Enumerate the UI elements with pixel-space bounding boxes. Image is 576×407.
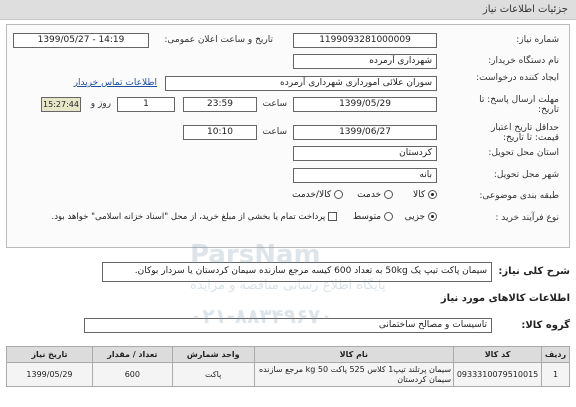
col-unit: واحد شمارش <box>171 346 255 363</box>
category-option-goods[interactable]: کالا <box>413 190 437 200</box>
city-field: بانه <box>293 168 437 183</box>
buyer-org-field: شهرداری آرمرده <box>293 54 437 69</box>
table-row[interactable]: 1 0933310079510015 سیمان پرتلند تیپ1 کلا… <box>6 362 570 387</box>
need-number-field: 1199093281000009 <box>293 33 437 48</box>
province-field: کردستان <box>293 146 437 161</box>
cell-qty: 600 <box>91 362 173 387</box>
radio-icon[interactable] <box>428 190 437 199</box>
cell-row: 1 <box>541 362 570 387</box>
payment-option[interactable]: پرداخت تمام یا بخشی از مبلغ خرید، از محل… <box>52 212 337 222</box>
table-header-row: ردیف کد کالا نام کالا واحد شمارش تعداد /… <box>6 346 570 363</box>
checkbox-icon[interactable] <box>328 212 337 221</box>
validity-date-field: 1399/06/27 <box>293 125 437 140</box>
days-field: 1 <box>117 97 175 112</box>
announce-label: تاریخ و ساعت اعلان عمومی: <box>164 35 273 45</box>
goods-section-title: اطلاعات کالاهای مورد نیاز <box>440 293 570 304</box>
col-row: ردیف <box>541 346 570 363</box>
remaining-time-field: 15:27:44 <box>41 97 81 112</box>
validity-time-field: 10:10 <box>183 125 257 140</box>
province-label: استان محل تحویل: <box>488 148 559 158</box>
cell-date: 1399/05/29 <box>6 362 93 387</box>
radio-icon[interactable] <box>428 212 437 221</box>
category-option-goods-service[interactable]: کالا/خدمت <box>292 190 343 200</box>
announce-field: 1399/05/27 - 14:19 <box>13 33 149 48</box>
deadline-date-field: 1399/05/29 <box>293 97 437 112</box>
radio-icon[interactable] <box>334 190 343 199</box>
description-label: شرح کلی نیاز: <box>498 266 570 277</box>
cell-name: سیمان پرتلند تیپ1 کلاس 525 پاکت 50 kg مر… <box>253 362 455 387</box>
page-header: جزئیات اطلاعات نیاز <box>0 0 576 20</box>
radio-icon[interactable] <box>384 212 393 221</box>
col-qty: تعداد / مقدار <box>91 346 173 363</box>
col-name: نام کالا <box>253 346 455 363</box>
requester-field: سوران علائی امورداری شهرداری آرمرده <box>165 76 437 91</box>
cell-unit: پاکت <box>171 362 255 387</box>
col-code: کد کالا <box>453 346 543 363</box>
goods-group-label: گروه کالا: <box>521 320 570 331</box>
category-label: طبقه بندی موضوعی: <box>479 191 559 201</box>
buyer-contact-link[interactable]: اطلاعات تماس خریدار <box>74 78 157 88</box>
process-label: نوع فرآیند خرید : <box>495 213 559 223</box>
deadline-time-label: ساعت <box>262 99 288 109</box>
days-label: روز و <box>90 99 111 109</box>
col-date: تاریخ نیاز <box>6 346 93 363</box>
goods-group-field: تاسیسات و مصالح ساختمانی <box>84 318 492 333</box>
city-label: شهر محل تحویل: <box>493 170 559 180</box>
description-field: سیمان پاکت تیپ یک 50kg به تعداد 600 کیسه… <box>102 262 492 282</box>
buyer-org-label: نام دستگاه خریدار: <box>488 56 559 66</box>
radio-icon[interactable] <box>384 190 393 199</box>
page-title: جزئیات اطلاعات نیاز <box>482 4 568 15</box>
deadline-time-field: 23:59 <box>183 97 257 112</box>
category-option-service[interactable]: خدمت <box>357 190 393 200</box>
process-option-medium[interactable]: متوسط <box>353 212 393 222</box>
validity-time-label: ساعت <box>262 127 288 137</box>
process-option-minor[interactable]: جزیی <box>405 212 437 222</box>
details-panel: شماره نیاز: 1199093281000009 تاریخ و ساع… <box>6 24 570 248</box>
cell-code: 0933310079510015 <box>453 362 543 387</box>
requester-label: ایجاد کننده درخواست: <box>476 73 559 83</box>
items-table: ردیف کد کالا نام کالا واحد شمارش تعداد /… <box>6 346 570 387</box>
validity-label: حداقل تاریخ اعتبار قیمت: تا تاریخ: <box>491 123 559 143</box>
need-number-label: شماره نیاز: <box>516 35 559 45</box>
deadline-label: مهلت ارسال پاسخ: تا تاریخ: <box>479 95 559 115</box>
